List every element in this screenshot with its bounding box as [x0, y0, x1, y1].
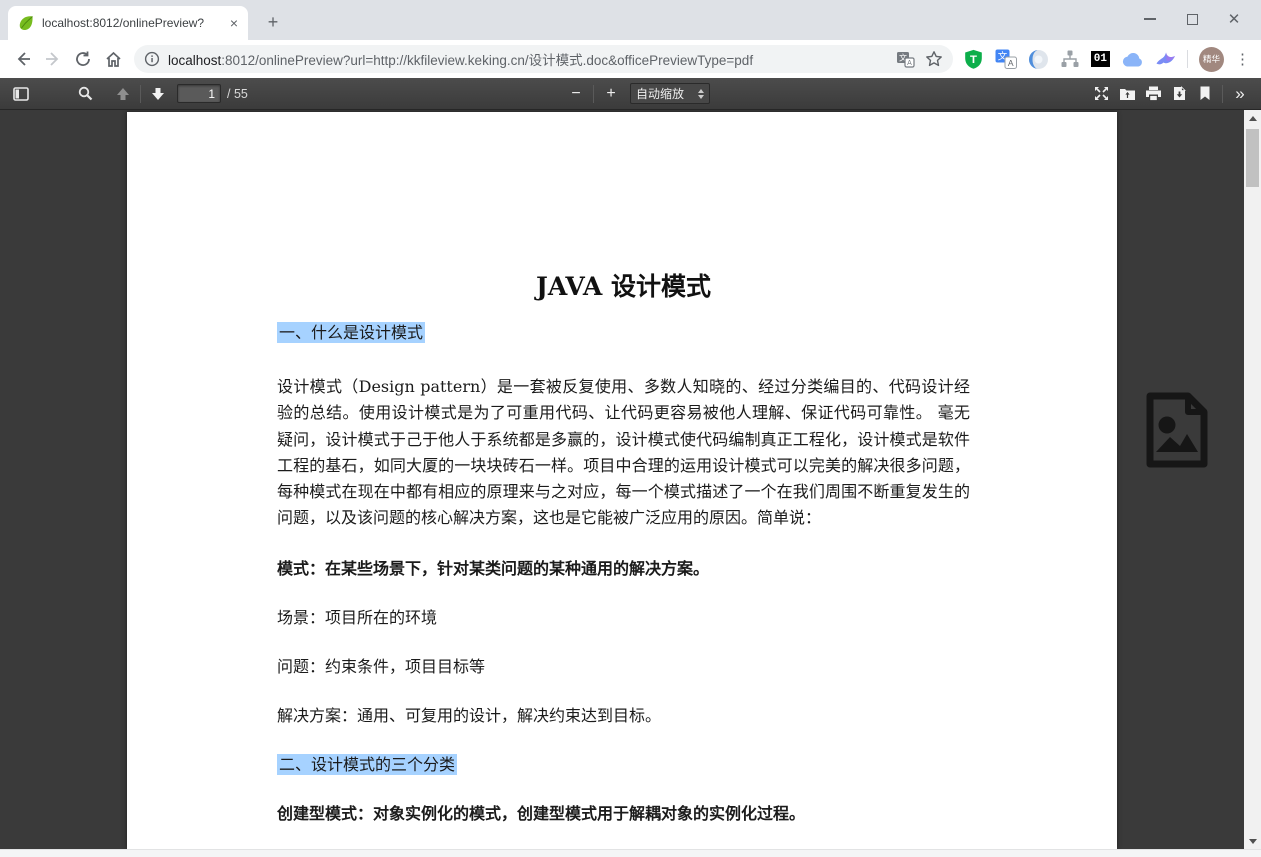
sidebar-toggle-button[interactable] — [8, 82, 34, 106]
document-heading-2: 二、设计模式的三个分类 — [277, 754, 457, 775]
url-host: localhost — [168, 53, 221, 68]
bookmark-star-icon[interactable] — [925, 50, 943, 68]
chrome-menu-icon[interactable]: ⋮ — [1235, 50, 1249, 68]
maximize-icon — [1187, 14, 1198, 25]
minimize-icon — [1144, 18, 1156, 20]
extensions-separator — [1187, 50, 1188, 68]
forward-button[interactable] — [38, 44, 68, 74]
zoom-out-icon: − — [571, 85, 580, 103]
close-icon: ✕ — [1228, 12, 1241, 27]
toolbar-separator — [593, 85, 594, 103]
url-text[interactable]: localhost:8012/onlinePreview?url=http://… — [168, 49, 886, 69]
print-icon — [1145, 86, 1162, 101]
page-down-icon — [151, 87, 165, 101]
broken-image-icon — [1140, 390, 1214, 470]
page-down-button[interactable] — [145, 82, 171, 106]
browser-tab[interactable]: localhost:8012/onlinePreview? × — [8, 6, 248, 40]
bird-extension-icon[interactable] — [1155, 50, 1176, 68]
extensions-area: T 文A 01 精华 ⋮ — [959, 47, 1253, 72]
pdf-viewer-area[interactable]: JAVA 设计模式 一、什么是设计模式 设计模式（Design pattern）… — [0, 110, 1244, 849]
sitemap-extension-icon[interactable] — [1060, 49, 1080, 69]
window-maximize-button[interactable] — [1171, 6, 1213, 32]
scroll-up-button[interactable] — [1244, 110, 1261, 126]
zoom-in-button[interactable]: + — [598, 82, 624, 106]
document-bold-line-pattern: 模式：在某些场景下，针对某类问题的某种通用的解决方案。 — [277, 558, 970, 579]
counter-extension-icon[interactable]: 01 — [1091, 51, 1110, 67]
bookmark-button[interactable] — [1192, 82, 1218, 106]
vertical-scrollbar[interactable] — [1244, 110, 1261, 849]
home-icon — [104, 50, 123, 69]
tab-close-icon[interactable]: × — [230, 15, 238, 31]
reload-icon — [74, 50, 92, 68]
scroll-down-icon — [1249, 839, 1257, 844]
spring-leaf-favicon — [18, 15, 34, 31]
toolbar-separator — [140, 85, 141, 103]
proxy-circle-extension-icon[interactable] — [1028, 49, 1049, 70]
svg-text:A: A — [907, 60, 912, 67]
zoom-mode-select[interactable]: 自动缩放 — [630, 83, 710, 104]
toolbar-right-group: » — [1088, 82, 1253, 106]
back-button[interactable] — [8, 44, 38, 74]
zoom-out-button[interactable]: − — [563, 82, 589, 106]
shield-extension-icon[interactable]: T — [963, 48, 984, 70]
document-heading-1: 一、什么是设计模式 — [277, 322, 425, 343]
zoom-mode-label: 自动缩放 — [636, 85, 698, 102]
tab-bar: localhost:8012/onlinePreview? × + ✕ — [0, 0, 1261, 40]
page-up-button[interactable] — [110, 82, 136, 106]
browser-window: localhost:8012/onlinePreview? × + ✕ loca… — [0, 0, 1261, 857]
document-bold-line-creational: 创建型模式：对象实例化的模式，创建型模式用于解耦对象的实例化过程。 — [277, 803, 970, 824]
scrollbar-thumb[interactable] — [1246, 129, 1259, 187]
page-info-icon[interactable] — [144, 51, 160, 67]
document-line-problem: 问题：约束条件，项目目标等 — [277, 656, 970, 677]
page-number-input[interactable] — [177, 84, 221, 103]
document-line-scene: 场景：项目所在的环境 — [277, 607, 970, 628]
find-button[interactable] — [72, 82, 98, 106]
new-tab-button[interactable]: + — [260, 10, 286, 36]
profile-avatar[interactable]: 精华 — [1199, 47, 1224, 72]
svg-text:A: A — [1008, 58, 1014, 68]
page-up-icon — [116, 87, 130, 101]
toolbar-separator — [1222, 85, 1223, 103]
address-bar: localhost:8012/onlinePreview?url=http://… — [0, 40, 1261, 78]
presentation-mode-button[interactable] — [1088, 82, 1114, 106]
bookmark-icon — [1199, 86, 1211, 101]
back-icon — [14, 50, 32, 68]
more-tools-button[interactable]: » — [1227, 82, 1253, 106]
reload-button[interactable] — [68, 44, 98, 74]
svg-text:T: T — [970, 54, 977, 66]
omnibox[interactable]: localhost:8012/onlinePreview?url=http://… — [134, 45, 953, 73]
document-paragraph: 设计模式（Design pattern）是一套被反复使用、多数人知晓的、经过分类… — [277, 374, 970, 532]
tab-title: localhost:8012/onlinePreview? — [42, 16, 224, 30]
translate-page-icon[interactable]: 文A — [896, 51, 915, 68]
scroll-down-button[interactable] — [1244, 833, 1261, 849]
window-close-button[interactable]: ✕ — [1213, 6, 1255, 32]
zoom-controls: − + 自动缩放 — [563, 82, 710, 106]
sidebar-toggle-icon — [13, 87, 29, 101]
open-file-button[interactable] — [1114, 82, 1140, 106]
search-icon — [78, 86, 93, 101]
window-bottom-edge — [0, 849, 1261, 857]
pdf-toolbar: / 55 − + 自动缩放 — [0, 78, 1261, 110]
document-line-solution: 解决方案：通用、可复用的设计，解决约束达到目标。 — [277, 705, 970, 726]
chevrons-right-icon: » — [1235, 85, 1244, 102]
scroll-up-icon — [1249, 116, 1257, 121]
download-button[interactable] — [1166, 82, 1192, 106]
home-button[interactable] — [98, 44, 128, 74]
pdf-page: JAVA 设计模式 一、什么是设计模式 设计模式（Design pattern）… — [127, 112, 1117, 849]
download-icon — [1172, 86, 1187, 101]
page-count-label: / 55 — [227, 87, 248, 101]
url-path: :8012/onlinePreview?url=http://kkfilevie… — [221, 53, 753, 68]
window-controls: ✕ — [1129, 6, 1255, 32]
document-title: JAVA 设计模式 — [277, 272, 970, 302]
fullscreen-icon — [1094, 86, 1109, 101]
translate-extension-icon[interactable]: 文A — [995, 49, 1017, 69]
print-button[interactable] — [1140, 82, 1166, 106]
cloud-extension-icon[interactable] — [1121, 51, 1144, 68]
forward-icon — [44, 50, 62, 68]
zoom-in-icon: + — [606, 85, 615, 103]
select-arrows-icon — [698, 89, 704, 99]
open-file-icon — [1119, 86, 1136, 101]
window-minimize-button[interactable] — [1129, 6, 1171, 32]
